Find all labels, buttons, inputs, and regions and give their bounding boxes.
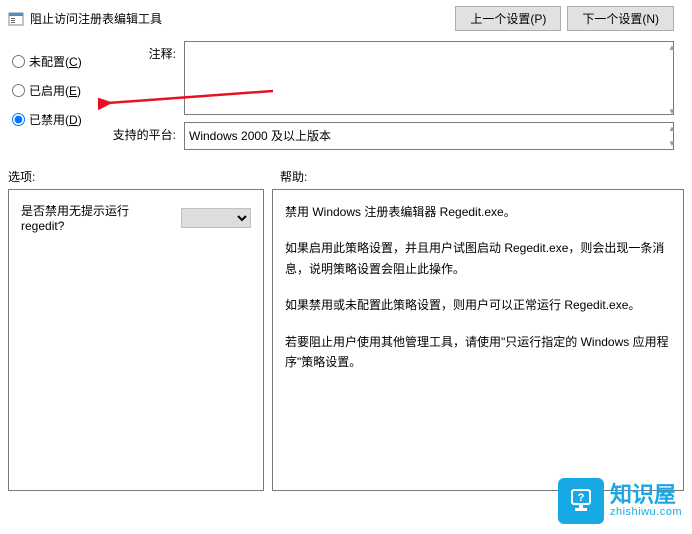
comment-textarea[interactable] <box>184 41 674 115</box>
radio-disabled[interactable]: 已禁用(D) <box>12 111 98 128</box>
svg-text:?: ? <box>578 492 585 504</box>
state-radio-group: 未配置(C) 已启用(E) 已禁用(D) <box>12 41 98 128</box>
regedit-silent-dropdown[interactable] <box>181 208 251 228</box>
scroll-arrows: ▲▼ <box>668 124 682 148</box>
help-text: 禁用 Windows 注册表编辑器 Regedit.exe。 <box>285 202 671 222</box>
scroll-arrows: ▲▼ <box>668 43 682 116</box>
comment-label: 注释: <box>106 41 176 118</box>
platform-label: 支持的平台: <box>106 122 176 150</box>
window-title: 阻止访问注册表编辑工具 <box>30 10 449 27</box>
help-panel: 禁用 Windows 注册表编辑器 Regedit.exe。 如果启用此策略设置… <box>272 189 684 491</box>
watermark: ? 知识屋 zhishiwu.com <box>558 478 682 524</box>
platform-field: Windows 2000 及以上版本 <box>184 122 674 150</box>
watermark-icon: ? <box>558 478 604 524</box>
options-panel: 是否禁用无提示运行 regedit? <box>8 189 264 491</box>
watermark-title: 知识屋 <box>610 484 682 506</box>
prev-setting-button[interactable]: 上一个设置(P) <box>455 6 561 31</box>
help-text: 如果禁用或未配置此策略设置，则用户可以正常运行 Regedit.exe。 <box>285 295 671 315</box>
help-text: 如果启用此策略设置，并且用户试图启动 Regedit.exe，则会出现一条消息，… <box>285 238 671 279</box>
help-heading: 帮助: <box>280 168 307 185</box>
options-heading: 选项: <box>8 168 280 185</box>
policy-icon <box>8 11 24 27</box>
radio-enabled[interactable]: 已启用(E) <box>12 82 98 99</box>
next-setting-button[interactable]: 下一个设置(N) <box>567 6 674 31</box>
radio-not-configured[interactable]: 未配置(C) <box>12 53 98 70</box>
option-question: 是否禁用无提示运行 regedit? <box>21 202 175 233</box>
help-text: 若要阻止用户使用其他管理工具，请使用"只运行指定的 Windows 应用程序"策… <box>285 332 671 373</box>
watermark-url: zhishiwu.com <box>610 506 682 518</box>
